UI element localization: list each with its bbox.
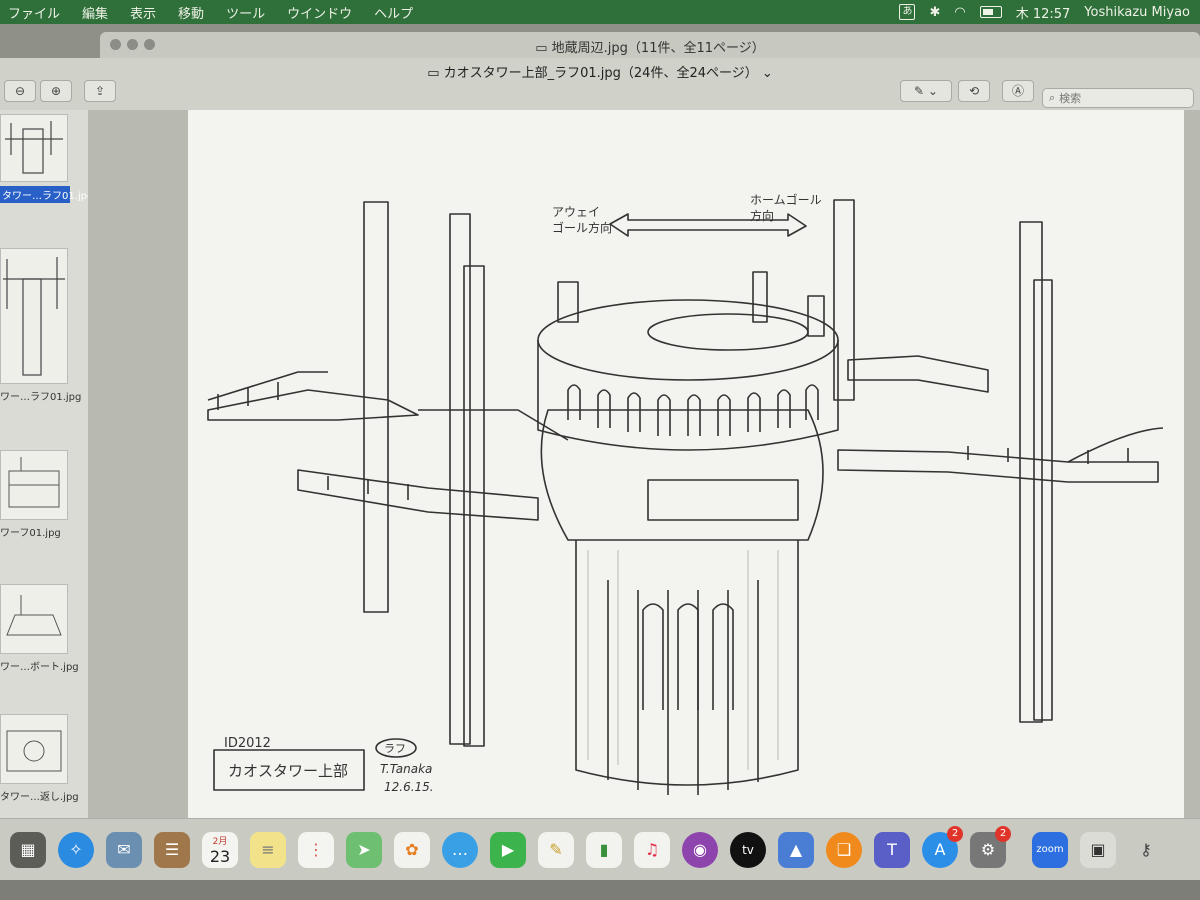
calendar-day: 23 xyxy=(209,846,231,866)
thumbnail-label: タワー…返し.jpg xyxy=(0,792,79,803)
rotate-button[interactable]: ⟲ xyxy=(958,80,990,102)
sketch-id-label: ID2012 xyxy=(224,736,271,751)
zoom-in-icon: ⊕ xyxy=(50,84,62,98)
dock: ▦ ✧ ✉ ☰ 2月 23 ≡ ⋮ ➤ ✿ … ▶ ✎ ▮ ♫ ◉ tv ▲ ❑… xyxy=(0,818,1200,880)
menu-go[interactable]: 移動 xyxy=(178,3,204,22)
thumbnail-item[interactable]: ワー…ラフ01.jpg xyxy=(0,248,82,403)
launchpad-icon[interactable]: ▦ xyxy=(10,831,46,868)
facetime-icon[interactable]: ▶ xyxy=(490,831,526,868)
sketch-name-label: カオスタワー上部 xyxy=(228,762,349,780)
background-window-title-text: 地蔵周辺.jpg（11件、全11ページ） xyxy=(551,41,765,56)
podcasts-icon[interactable]: ◉ xyxy=(682,831,718,868)
app-store-icon[interactable]: A2 xyxy=(922,825,963,868)
keychain-icon[interactable]: ⚷ xyxy=(1128,832,1164,868)
thumbnail-item[interactable]: ワー…ボート.jpg xyxy=(0,584,79,673)
messages-icon[interactable]: … xyxy=(442,831,478,868)
document-icon: ▭ xyxy=(535,41,548,56)
keynote-icon[interactable]: ▲ xyxy=(778,831,814,868)
background-window[interactable]: ▭ 地蔵周辺.jpg（11件、全11ページ） xyxy=(100,32,1200,58)
zoom-app-label: zoom xyxy=(1036,844,1064,855)
image-canvas[interactable]: アウェイ ゴール方向 ホームゴール 方向 ID2012 カオスタワー上部 ラフ … xyxy=(88,110,1200,818)
teams-icon[interactable]: T xyxy=(874,831,910,868)
thumbnail-label: ワー…ボート.jpg xyxy=(0,662,79,673)
search-input[interactable] xyxy=(1055,90,1172,106)
menu-window[interactable]: ウインドウ xyxy=(287,3,352,22)
share-button[interactable]: ⇪ xyxy=(84,80,116,102)
thumbnail-item[interactable]: タワー…返し.jpg xyxy=(0,714,79,803)
menu-file[interactable]: ファイル xyxy=(8,3,60,22)
safari-icon[interactable]: ✧ xyxy=(58,831,94,868)
music-icon[interactable]: ♫ xyxy=(634,831,670,868)
pen-icon: ✎ ⌄ xyxy=(914,84,938,98)
annotate-button[interactable]: Ⓐ xyxy=(1002,80,1034,102)
document-icon: ▭ xyxy=(427,66,440,81)
thumbnail-image xyxy=(0,114,68,182)
maps-icon[interactable]: ➤ xyxy=(346,831,382,868)
thumbnail-item[interactable]: タワー…ラフ01.jpg xyxy=(0,114,93,203)
background-window-title: ▭ 地蔵周辺.jpg（11件、全11ページ） xyxy=(100,37,1200,56)
system-preferences-badge: 2 xyxy=(995,825,1011,842)
menubar-user[interactable]: Yoshikazu Miyao xyxy=(1084,5,1190,20)
sketch-date: 12.6.15. xyxy=(384,780,434,794)
pencil-app-icon[interactable]: ✎ xyxy=(538,831,574,868)
apple-tv-label: tv xyxy=(742,842,754,857)
menu-list: ファイル 編集 表示 移動 ツール ウインドウ ヘルプ xyxy=(0,3,413,22)
thumbnail-image xyxy=(0,584,68,654)
apple-tv-icon[interactable]: tv xyxy=(730,831,766,868)
zoom-app-icon[interactable]: zoom xyxy=(1032,831,1068,868)
share-icon: ⇪ xyxy=(94,84,106,98)
artist-signature: T.Tanaka xyxy=(380,762,433,776)
thumbnail-item[interactable]: ワーフ01.jpg xyxy=(0,450,70,539)
zoom-out-button[interactable]: ⊖ xyxy=(4,80,36,102)
books-icon[interactable]: ❑ xyxy=(826,831,862,868)
menu-bar: ファイル 編集 表示 移動 ツール ウインドウ ヘルプ あ ✱ ◠ 木 12:5… xyxy=(0,0,1200,24)
sketch-paper: アウェイ ゴール方向 ホームゴール 方向 ID2012 カオスタワー上部 ラフ … xyxy=(188,110,1184,818)
tower-sketch xyxy=(207,199,1164,795)
photos-icon[interactable]: ✿ xyxy=(394,831,430,868)
thumbnail-label: ワー…ラフ01.jpg xyxy=(0,392,82,403)
battery-icon[interactable] xyxy=(979,6,1002,18)
window-title-text: カオスタワー上部_ラフ01.jpg（24件、全24ページ） xyxy=(443,66,758,81)
bluetooth-icon[interactable]: ✱ xyxy=(929,5,940,20)
annotate-icon: Ⓐ xyxy=(1011,84,1024,98)
preview-app-icon[interactable]: ▣ xyxy=(1080,831,1116,868)
thumbnail-image xyxy=(0,714,68,784)
window-title[interactable]: ▭ カオスタワー上部_ラフ01.jpg（24件、全24ページ） ⌄ xyxy=(0,62,1200,81)
rough-tag: ラフ xyxy=(384,742,406,755)
system-preferences-icon[interactable]: ⚙ 2 xyxy=(970,825,1011,868)
screen-bezel xyxy=(0,880,1200,900)
search-field[interactable]: ⌕ xyxy=(1042,88,1194,108)
home-goal-direction-note: ホームゴール 方向 xyxy=(750,193,822,223)
calendar-icon[interactable]: 2月 23 xyxy=(202,831,238,868)
zoom-out-icon: ⊖ xyxy=(14,84,26,98)
thumbnail-label: ワーフ01.jpg xyxy=(0,528,61,539)
mail-icon[interactable]: ✉ xyxy=(106,831,142,868)
thumbnail-label: タワー…ラフ01.jpg xyxy=(0,186,93,203)
zoom-in-button[interactable]: ⊕ xyxy=(40,80,72,102)
reminders-icon[interactable]: ⋮ xyxy=(298,831,334,868)
rotate-icon: ⟲ xyxy=(968,84,980,98)
wifi-icon[interactable]: ◠ xyxy=(954,5,965,20)
app-store-badge: 2 xyxy=(947,825,963,842)
chevron-down-icon[interactable]: ⌄ xyxy=(762,66,773,81)
input-method-icon[interactable]: あ xyxy=(899,4,916,20)
notes-icon[interactable]: ≡ xyxy=(250,831,286,868)
menu-edit[interactable]: 編集 xyxy=(82,3,108,22)
contacts-icon[interactable]: ☰ xyxy=(154,831,190,868)
markup-button[interactable]: ✎ ⌄ xyxy=(900,80,952,102)
menu-tools[interactable]: ツール xyxy=(226,3,265,22)
away-goal-direction-note: アウェイ ゴール方向 xyxy=(552,205,613,235)
menubar-clock[interactable]: 木 12:57 xyxy=(1016,3,1071,22)
thumbnail-sidebar: タワー…ラフ01.jpg ワー…ラフ01.jpg ワーフ01.jpg ワー…ボー… xyxy=(0,110,93,818)
menu-view[interactable]: 表示 xyxy=(130,3,156,22)
preview-toolbar: ▭ カオスタワー上部_ラフ01.jpg（24件、全24ページ） ⌄ ⊖ ⊕ ⇪ … xyxy=(0,58,1200,111)
menu-help[interactable]: ヘルプ xyxy=(374,3,413,22)
calendar-month: 2月 xyxy=(212,836,228,847)
thumbnail-image xyxy=(0,248,68,384)
numbers-icon[interactable]: ▮ xyxy=(586,831,622,868)
thumbnail-image xyxy=(0,450,68,520)
